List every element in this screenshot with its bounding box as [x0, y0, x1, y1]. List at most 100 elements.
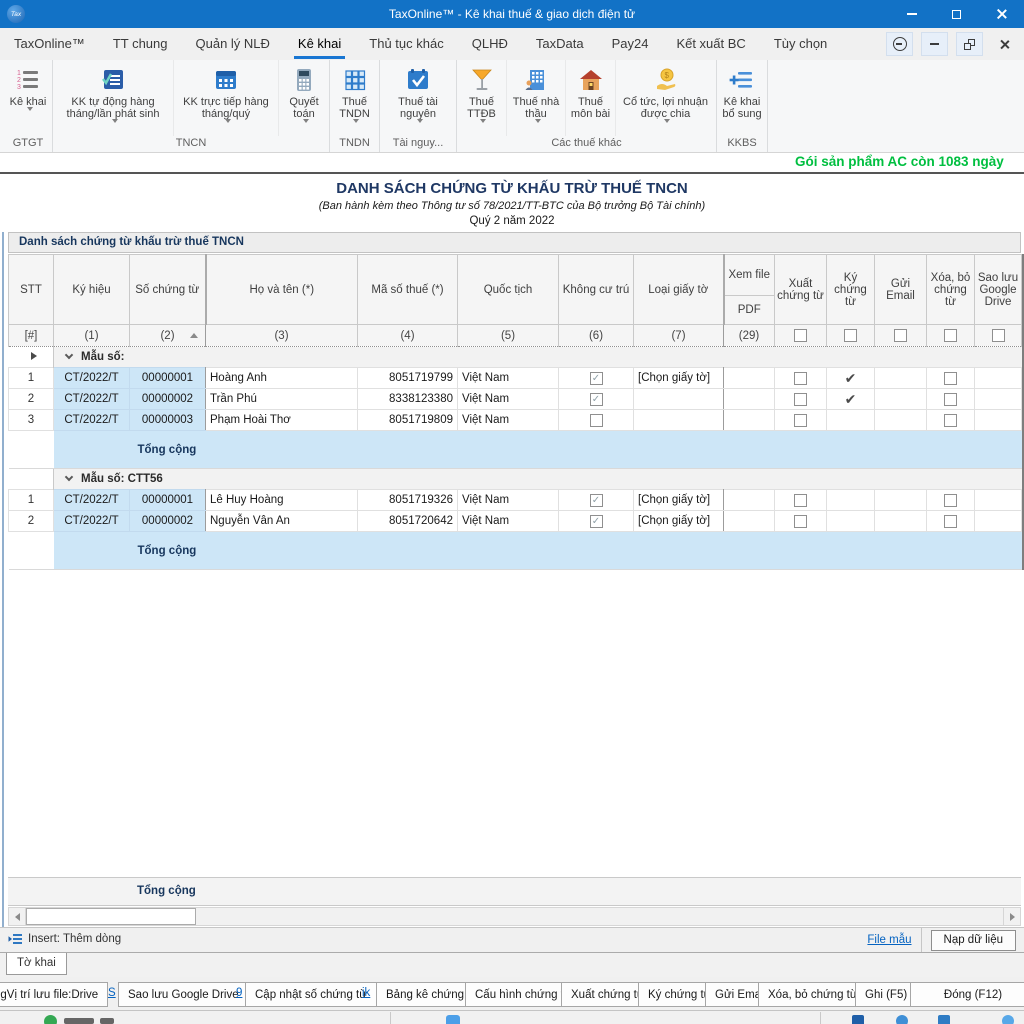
cell-loai-giay-to[interactable]: [Chọn giấy tờ]	[634, 490, 724, 511]
ribbon-kk-tu-dong[interactable]: KK tự động hàng tháng/lần phát sinh	[53, 60, 174, 136]
cell-quoc-tich[interactable]: Việt Nam	[458, 410, 559, 431]
chevron-down-icon[interactable]	[65, 351, 73, 359]
child-minimize-button[interactable]	[921, 32, 948, 56]
xuat-checkbox[interactable]	[794, 515, 807, 528]
cell-xoa[interactable]	[927, 368, 975, 389]
cell-loai-giay-to[interactable]	[634, 389, 724, 410]
select-all-checkbox[interactable]	[844, 329, 857, 342]
cell-ky-hieu[interactable]: CT/2022/T	[54, 389, 130, 410]
ribbon-thue-ttdb[interactable]: Thuế TTĐB	[457, 60, 507, 136]
group-header-cell[interactable]: Mẫu số: CTT56	[54, 469, 1022, 490]
cell-sao-luu[interactable]	[975, 511, 1022, 532]
load-data-button[interactable]: Nạp dữ liệu	[931, 930, 1016, 951]
xoa-checkbox[interactable]	[944, 494, 957, 507]
col-header-so-chung-tu[interactable]: Số chứng từ	[130, 255, 206, 325]
ribbon-kk-truc-tiep[interactable]: KK trực tiếp hàng tháng/quý	[174, 60, 279, 136]
window-minimize-button[interactable]	[889, 0, 934, 28]
cell-email[interactable]	[875, 511, 927, 532]
scroll-left-button[interactable]	[9, 908, 26, 925]
group-row[interactable]: Mẫu số: CTT56	[9, 469, 1022, 490]
menu-qlhd[interactable]: QLHĐ	[458, 28, 522, 60]
ribbon-thue-tai-nguyen[interactable]: Thuế tài nguyên	[380, 60, 456, 136]
cell-so-chung-tu[interactable]: 00000001	[130, 490, 206, 511]
ribbon-co-tuc[interactable]: $ Cổ tức, lợi nhuận được chia	[616, 60, 715, 136]
cell-so-chung-tu[interactable]: 00000002	[130, 511, 206, 532]
scrollbar-thumb[interactable]	[26, 908, 196, 925]
cell-khong-cu-tru[interactable]: ✓	[559, 490, 634, 511]
ghi-f5-button[interactable]: Ghi (F5)	[855, 982, 917, 1007]
cell-so-chung-tu[interactable]: 00000002	[130, 389, 206, 410]
col-header-quoc-tich[interactable]: Quốc tịch	[458, 255, 559, 325]
link-fragment[interactable]: ik	[362, 987, 370, 999]
cell-so-chung-tu[interactable]: 00000001	[130, 368, 206, 389]
status-icon[interactable]	[852, 1015, 864, 1024]
status-icon[interactable]	[938, 1015, 950, 1024]
khong-cu-tru-checkbox[interactable]: ✓	[590, 393, 603, 406]
select-all-checkbox[interactable]	[992, 329, 1005, 342]
cell-xoa[interactable]	[927, 511, 975, 532]
cell-sao-luu[interactable]	[975, 368, 1022, 389]
cell-sao-luu[interactable]	[975, 490, 1022, 511]
cell-xoa[interactable]	[927, 410, 975, 431]
menu-ke-khai[interactable]: Kê khai	[284, 28, 355, 60]
xuat-checkbox[interactable]	[794, 494, 807, 507]
col-header-ky-hieu[interactable]: Ký hiệu	[54, 255, 130, 325]
file-template-link[interactable]: File mẫu	[867, 934, 911, 946]
cell-xem-file[interactable]	[724, 410, 775, 431]
cell-khong-cu-tru[interactable]: ✓	[559, 511, 634, 532]
cell-loai-giay-to[interactable]: [Chọn giấy tờ]	[634, 511, 724, 532]
col-header-loai-giay-to[interactable]: Loại giấy tờ	[634, 255, 724, 325]
cell-ho-ten[interactable]: Trần Phú	[206, 389, 358, 410]
ribbon-thue-nha-thau[interactable]: Thuế nhà thầu	[507, 60, 566, 136]
select-all-xoa[interactable]	[927, 325, 975, 347]
tab-to-khai[interactable]: Tờ khai	[6, 953, 67, 975]
dong-f12-button[interactable]: Đóng (F12)	[910, 982, 1024, 1007]
khong-cu-tru-checkbox[interactable]: ✓	[590, 515, 603, 528]
status-icon[interactable]	[1002, 1015, 1014, 1024]
cell-ky-hieu[interactable]: CT/2022/T	[54, 368, 130, 389]
xoa-checkbox[interactable]	[944, 515, 957, 528]
ribbon-ke-khai[interactable]: >123 Kê khai	[4, 60, 52, 136]
cell-quoc-tich[interactable]: Việt Nam	[458, 490, 559, 511]
xoa-bo-chung-tu-button[interactable]: Xóa, bỏ chứng từ	[758, 982, 868, 1007]
col-header-stt[interactable]: STT	[9, 255, 54, 325]
col-header-ky-chung-tu[interactable]: Ký chứng từ	[827, 255, 875, 325]
cell-sao-luu[interactable]	[975, 410, 1022, 431]
cell-xoa[interactable]	[927, 490, 975, 511]
window-close-button[interactable]	[979, 0, 1024, 28]
cell-mst[interactable]: 8338123380	[358, 389, 458, 410]
xuat-checkbox[interactable]	[794, 393, 807, 406]
select-all-sao-luu[interactable]	[975, 325, 1022, 347]
select-all-ky[interactable]	[827, 325, 875, 347]
window-maximize-button[interactable]	[934, 0, 979, 28]
cell-so-chung-tu[interactable]: 00000003	[130, 410, 206, 431]
cell-sao-luu[interactable]	[975, 389, 1022, 410]
scroll-right-button[interactable]	[1003, 908, 1020, 925]
menu-taxdata[interactable]: TaxData	[522, 28, 598, 60]
cell-quoc-tich[interactable]: Việt Nam	[458, 389, 559, 410]
col-header-xem-file[interactable]: Xem file PDF	[724, 255, 775, 325]
cell-khong-cu-tru[interactable]: ✓	[559, 389, 634, 410]
horizontal-scrollbar[interactable]	[8, 907, 1021, 926]
khong-cu-tru-checkbox[interactable]	[590, 414, 603, 427]
cell-quoc-tich[interactable]: Việt Nam	[458, 511, 559, 532]
status-icon[interactable]	[896, 1015, 908, 1024]
menu-tuy-chon[interactable]: Tùy chọn	[760, 28, 841, 60]
col-header-gui-email[interactable]: Gửi Email	[875, 255, 927, 325]
xuat-checkbox[interactable]	[794, 372, 807, 385]
cell-xoa[interactable]	[927, 389, 975, 410]
link-fragment[interactable]: S	[108, 987, 116, 999]
cell-ho-ten[interactable]: Hoàng Anh	[206, 368, 358, 389]
cell-ky-hieu[interactable]: CT/2022/T	[54, 410, 130, 431]
xoa-checkbox[interactable]	[944, 372, 957, 385]
menu-quan-ly-nld[interactable]: Quản lý NLĐ	[182, 28, 284, 60]
status-blue-icon[interactable]	[446, 1015, 460, 1024]
col-header-ho-ten[interactable]: Họ và tên (*)	[206, 255, 358, 325]
khong-cu-tru-checkbox[interactable]: ✓	[590, 494, 603, 507]
menu-thu-tuc-khac[interactable]: Thủ tục khác	[355, 28, 457, 60]
ribbon-ke-khai-bo-sung[interactable]: Kê khai bổ sung	[717, 60, 767, 136]
cell-quoc-tich[interactable]: Việt Nam	[458, 368, 559, 389]
col-header-sao-luu[interactable]: Sao lưu Google Drive	[975, 255, 1022, 325]
ribbon-quyet-toan[interactable]: Quyết toán	[279, 60, 329, 136]
col-header-xuat-chung-tu[interactable]: Xuất chứng từ	[775, 255, 827, 325]
